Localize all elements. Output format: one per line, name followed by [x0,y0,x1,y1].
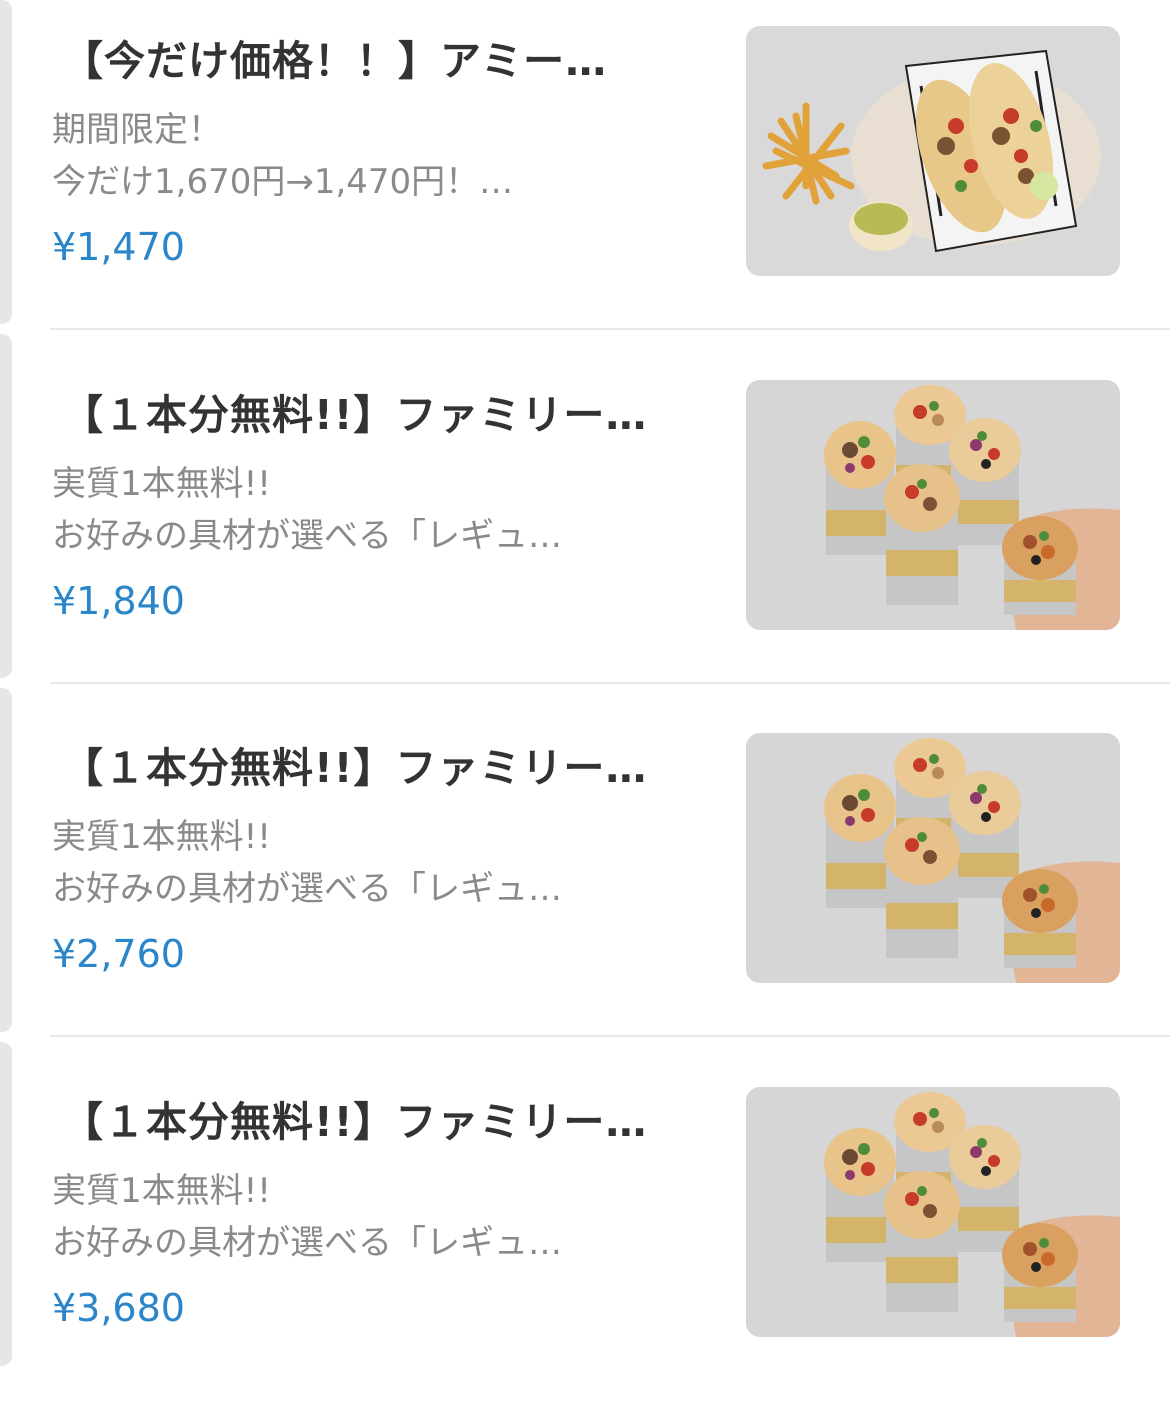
item-description: 実質1本無料!! お好みの具材が選べる「レギュ… [52,811,672,915]
menu-item[interactable]: 【今だけ価格！！】アミー… 期間限定！ 今だけ1,670円→1,470円！… ¥… [0,0,1170,353]
item-title: 【今だけ価格！！】アミー… [62,37,608,85]
item-description: 実質1本無料!! お好みの具材が選べる「レギュ… [52,458,672,562]
item-price: ¥3,680 [52,1286,185,1330]
item-price: ¥2,760 [52,932,185,976]
item-description-line: 今だけ1,670円→1,470円！… [52,162,514,202]
item-description-line: 実質1本無料!! [52,1171,271,1211]
menu-item[interactable]: 【１本分無料!!】ファミリー… 実質1本無料!! お好みの具材が選べる「レギュ…… [0,354,1170,707]
item-price: ¥1,470 [52,225,185,269]
item-title: 【１本分無料!!】ファミリー… [62,744,648,792]
item-divider [50,682,1170,684]
item-title: 【１本分無料!!】ファミリー… [62,1098,648,1146]
item-divider [50,1035,1170,1037]
item-title: 【１本分無料!!】ファミリー… [62,391,648,439]
item-divider [50,328,1170,330]
menu-item[interactable]: 【１本分無料!!】ファミリー… 実質1本無料!! お好みの具材が選べる「レギュ…… [0,707,1170,1060]
menu-item[interactable]: 【１本分無料!!】ファミリー… 実質1本無料!! お好みの具材が選べる「レギュ…… [0,1061,1170,1414]
burritos-photo[interactable] [746,1087,1120,1337]
item-description-line: お好みの具材が選べる「レギュ… [52,869,562,909]
item-description: 実質1本無料!! お好みの具材が選べる「レギュ… [52,1165,672,1269]
burritos-photo[interactable] [746,733,1120,983]
item-description-line: お好みの具材が選べる「レギュ… [52,516,562,556]
item-description: 期間限定！ 今だけ1,670円→1,470円！… [52,104,672,208]
item-price: ¥1,840 [52,579,185,623]
item-description-line: 実質1本無料!! [52,464,271,504]
item-description-line: お好みの具材が選べる「レギュ… [52,1223,562,1263]
tacos-fries-guacamole-photo[interactable] [746,26,1120,276]
burritos-photo[interactable] [746,380,1120,630]
item-description-line: 期間限定！ [52,110,222,150]
item-description-line: 実質1本無料!! [52,817,271,857]
